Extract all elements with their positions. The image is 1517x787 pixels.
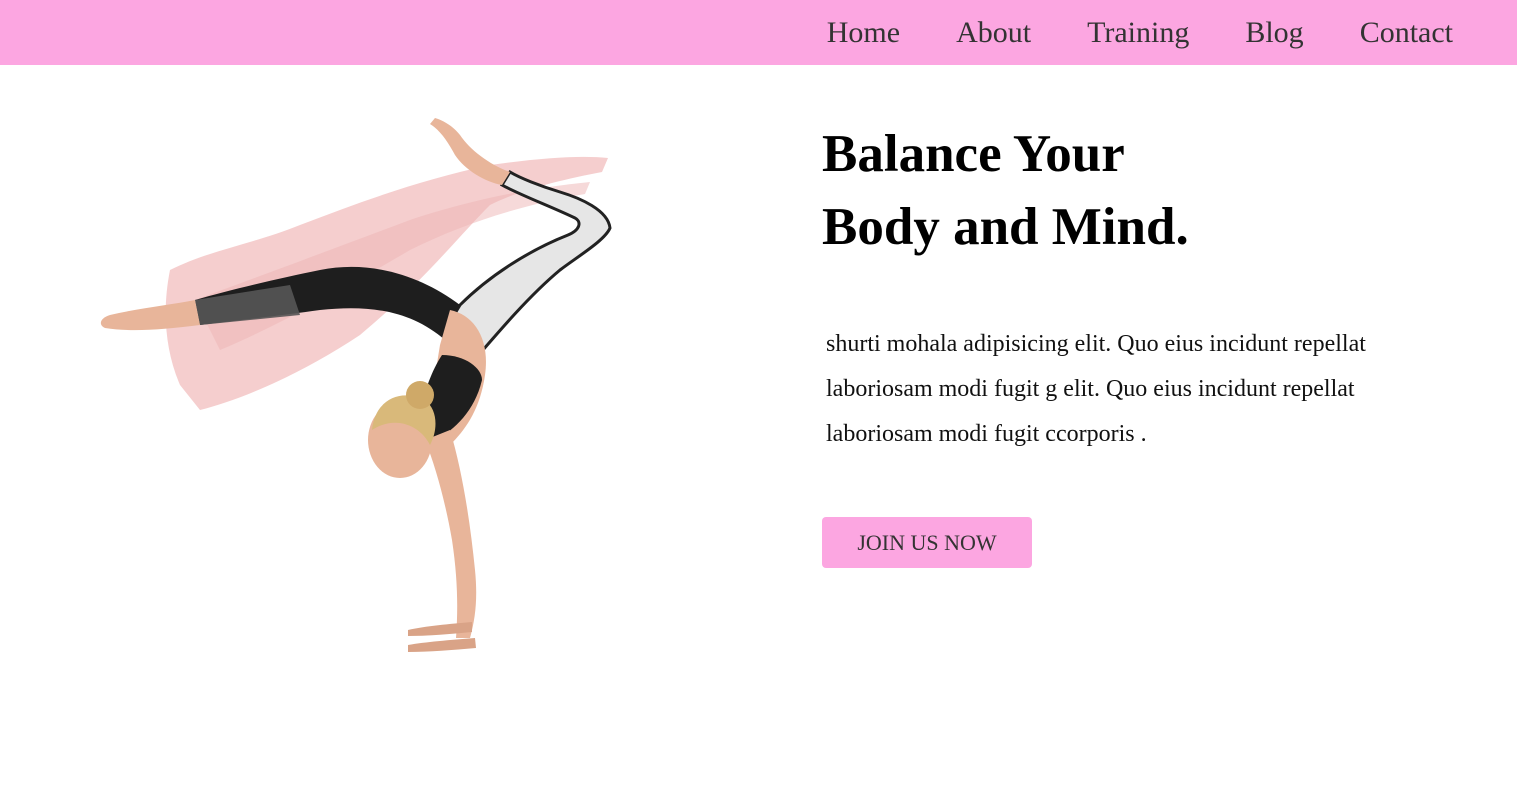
headline-line-2: Body and Mind. xyxy=(822,198,1189,256)
hero-description: shurti mohala adipisicing elit. Quo eius… xyxy=(826,331,1366,447)
nav-item-training: Training xyxy=(1087,16,1189,49)
nav-link-contact[interactable]: Contact xyxy=(1360,16,1453,49)
hero-headline: Balance Your Body and Mind. xyxy=(822,118,1189,264)
nav-link-blog[interactable]: Blog xyxy=(1245,16,1303,49)
nav-item-blog: Blog xyxy=(1245,16,1303,49)
nav-menu: Home About Training Blog Contact xyxy=(771,0,1453,65)
nav-link-training[interactable]: Training xyxy=(1087,16,1189,49)
hero-image xyxy=(90,110,630,660)
nav-item-contact: Contact xyxy=(1360,16,1453,49)
nav-item-about: About xyxy=(956,16,1031,49)
nav-item-home: Home xyxy=(827,16,900,49)
nav-link-about[interactable]: About xyxy=(956,16,1031,49)
join-us-button[interactable]: JOIN US NOW xyxy=(822,517,1032,568)
top-navbar: Home About Training Blog Contact xyxy=(0,0,1517,65)
yoga-handstand-illustration xyxy=(100,118,612,652)
nav-link-home[interactable]: Home xyxy=(827,16,900,49)
headline-line-1: Balance Your xyxy=(822,125,1125,183)
